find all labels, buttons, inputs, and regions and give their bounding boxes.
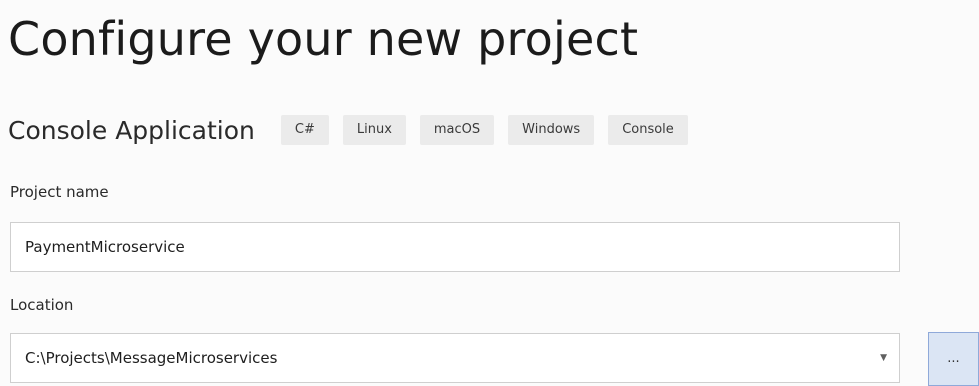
project-name-label: Project name (10, 183, 109, 201)
configure-project-page: Configure your new project Console Appli… (0, 0, 979, 386)
page-title: Configure your new project (8, 12, 639, 66)
location-combobox[interactable]: C:\Projects\MessageMicroservices ▼ (10, 333, 900, 383)
browse-button[interactable]: ... (928, 332, 979, 386)
template-row: Console Application C# Linux macOS Windo… (8, 112, 702, 148)
tag-macos: macOS (419, 115, 495, 145)
tag-windows: Windows (508, 115, 595, 145)
chevron-down-icon[interactable]: ▼ (880, 334, 887, 382)
location-label: Location (10, 296, 74, 314)
tag-console: Console (608, 115, 688, 145)
tag-csharp: C# (280, 115, 329, 145)
project-name-value: PaymentMicroservice (25, 238, 185, 256)
tag-linux: Linux (342, 115, 406, 145)
project-name-input[interactable]: PaymentMicroservice (10, 222, 900, 272)
location-value: C:\Projects\MessageMicroservices (25, 349, 278, 367)
template-name: Console Application (8, 115, 255, 145)
